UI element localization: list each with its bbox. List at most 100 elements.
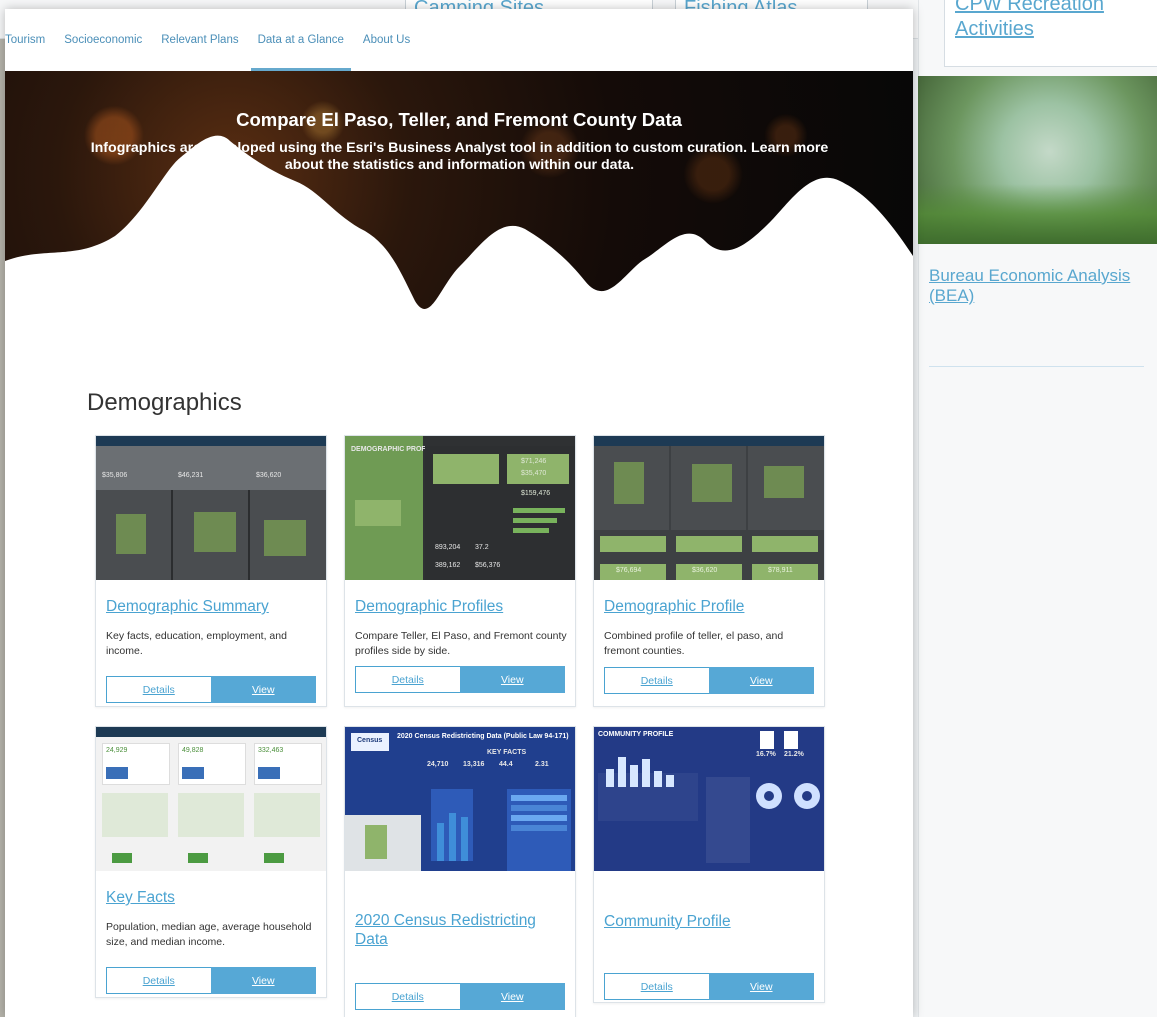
thumb-map-shape — [194, 512, 236, 552]
section-title: Demographics — [87, 389, 242, 416]
view-button[interactable]: View — [459, 666, 565, 693]
thumb-person-icon — [760, 731, 774, 749]
thumb-value: 44.4 — [499, 761, 513, 768]
thumb-map-shape — [264, 520, 306, 556]
thumb-table-row — [511, 825, 567, 831]
thumb-header — [96, 727, 326, 737]
view-button[interactable]: View — [459, 983, 565, 1010]
card-description: Combined profile of teller, el paso, and… — [604, 630, 784, 657]
thumb-stat-row — [600, 536, 666, 552]
thumb-education-panel — [254, 793, 320, 837]
nav-item-relevant-plans[interactable]: Relevant Plans — [161, 9, 238, 71]
thumb-value: $36,620 — [692, 567, 718, 574]
nav-item-socioeconomic[interactable]: Socioeconomic — [64, 9, 142, 71]
thumb-donut-hole — [764, 791, 774, 801]
thumb-value: $71,246 — [521, 458, 547, 465]
thumb-bar — [461, 817, 468, 861]
thumb-bar — [513, 528, 549, 533]
hero-title: Compare El Paso, Teller, and Fremont Cou… — [236, 109, 682, 130]
thumb-house-icon — [106, 767, 128, 779]
thumb-header — [594, 436, 824, 446]
thumbnail[interactable]: $76,694 $36,620 $78,911 — [594, 436, 824, 580]
thumb-value: 2.31 — [535, 761, 549, 768]
thumb-map-shape — [614, 462, 644, 504]
card-title[interactable]: Demographic Summary — [106, 598, 316, 616]
thumb-value: $76,694 — [616, 567, 642, 574]
thumb-industry-icon — [264, 853, 284, 863]
thumbnail[interactable]: DEMOGRAPHIC PROFILE $71,246 $35,470 $159… — [345, 436, 575, 580]
thumb-value: 24,929 — [106, 747, 128, 754]
census-logo-text: Census — [357, 737, 383, 744]
hero-subtitle: Infographics are developed using the Esr… — [90, 140, 829, 173]
nav-item-label: Data at a Glance — [257, 34, 344, 46]
thumbnail[interactable]: $35,806 $46,231 $36,620 — [96, 436, 326, 580]
nav-item-label: Relevant Plans — [161, 34, 239, 46]
thumb-bar — [513, 518, 557, 523]
thumb-education-panel — [178, 793, 244, 837]
view-button[interactable]: View — [708, 973, 814, 1000]
details-button[interactable]: Details — [106, 967, 211, 994]
thumb-value: 893,204 — [435, 544, 461, 551]
card-title[interactable]: Demographic Profile — [604, 598, 814, 616]
thumb-bar — [666, 775, 674, 787]
background-grass — [918, 184, 1157, 244]
view-button[interactable]: View — [210, 967, 316, 994]
overlay-panel: Tourism Socioeconomic Relevant Plans Dat… — [5, 9, 913, 1017]
thumb-bar — [654, 771, 662, 787]
thumbnail[interactable]: Census 2020 Census Redistricting Data (P… — [345, 727, 575, 871]
card-title[interactable]: Community Profile — [604, 913, 814, 931]
details-button[interactable]: Details — [604, 667, 709, 694]
view-button[interactable]: View — [210, 676, 316, 703]
background-right-separator — [929, 366, 1144, 367]
thumb-education-panel — [102, 793, 168, 837]
nav-item-label: About Us — [362, 34, 411, 46]
thumb-key-facts: KEY FACTS — [487, 749, 527, 756]
details-button[interactable]: Details — [355, 666, 460, 693]
details-button[interactable]: Details — [604, 973, 709, 1000]
thumb-value: $159,476 — [521, 490, 551, 497]
thumb-value: $35,806 — [102, 472, 128, 479]
thumb-map-shape — [355, 500, 401, 526]
thumb-industry-icon — [188, 853, 208, 863]
thumbnail[interactable]: COMMUNITY PROFILE 16.7% 21.2% — [594, 727, 824, 871]
thumb-banner: COMMUNITY PROFILE — [598, 731, 674, 738]
card-actions: Details View — [355, 983, 565, 1010]
thumb-map-shape — [365, 825, 387, 859]
thumb-industry-icon — [112, 853, 132, 863]
nav-item-label: Socioeconomic — [64, 34, 143, 46]
thumb-pyramid — [706, 777, 750, 863]
details-button[interactable]: Details — [355, 983, 460, 1010]
card-actions: Details View — [604, 667, 814, 694]
nav-item-tourism[interactable]: Tourism — [5, 9, 45, 71]
thumb-value: 24,710 — [427, 761, 449, 768]
card-description: Population, median age, average househol… — [106, 921, 312, 948]
background-right-link-bea[interactable]: Bureau Economic Analysis (BEA) — [929, 266, 1139, 306]
thumb-value: 13,316 — [463, 761, 485, 768]
thumb-bar — [437, 823, 444, 861]
thumb-value: 16.7% — [756, 751, 776, 758]
thumb-bar — [606, 769, 614, 787]
background-right-link-cpw[interactable]: CPW Recreation Activities — [955, 0, 1135, 42]
thumb-stat-row — [752, 536, 818, 552]
thumb-bar — [449, 813, 456, 861]
thumb-table-row — [511, 805, 567, 811]
nav-item-data-at-a-glance[interactable]: Data at a Glance — [250, 9, 352, 71]
card-community-profile: COMMUNITY PROFILE 16.7% 21.2% Community … — [593, 726, 825, 1003]
nav-item-about-us[interactable]: About Us — [363, 9, 410, 71]
thumb-house-icon — [258, 767, 280, 779]
hero-banner: Compare El Paso, Teller, and Fremont Cou… — [5, 71, 913, 329]
card-demographic-summary: $35,806 $46,231 $36,620 Demographic Summ… — [95, 435, 327, 707]
view-button[interactable]: View — [708, 667, 814, 694]
details-button[interactable]: Details — [106, 676, 211, 703]
thumb-value: 389,162 — [435, 562, 461, 569]
thumbnail[interactable]: 24,929 49,828 332,463 — [96, 727, 326, 871]
thumb-value: 37.2 — [475, 544, 489, 551]
thumb-value: $56,376 — [475, 562, 501, 569]
card-title[interactable]: 2020 Census Redistricting Data — [355, 911, 565, 949]
thumb-house-icon — [182, 767, 204, 779]
thumb-value: 21.2% — [784, 751, 804, 758]
thumb-value: $36,620 — [256, 472, 282, 479]
card-title[interactable]: Key Facts — [106, 889, 316, 907]
card-title[interactable]: Demographic Profiles — [355, 598, 565, 616]
thumb-map-shape — [692, 464, 732, 502]
